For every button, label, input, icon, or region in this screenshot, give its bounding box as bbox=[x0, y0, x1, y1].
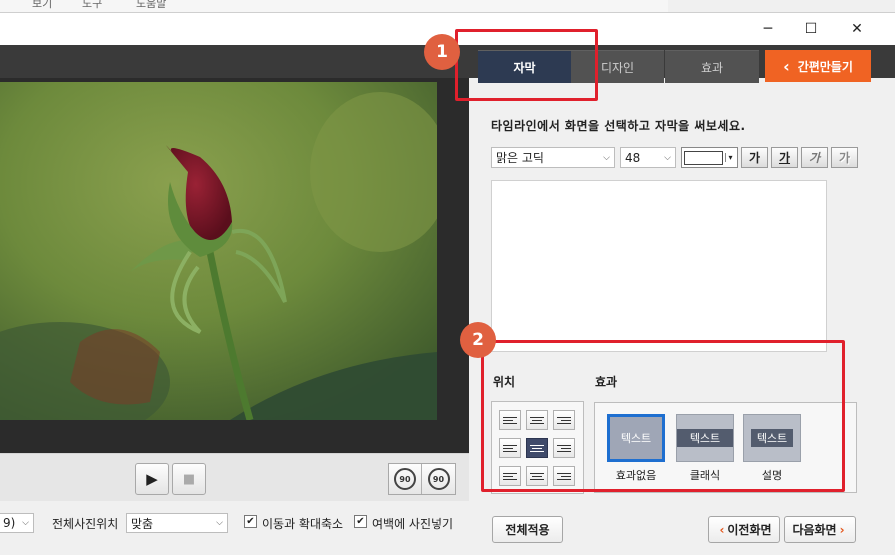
annotation-marker-2: 2 bbox=[460, 322, 496, 358]
play-button[interactable]: ▶ bbox=[135, 463, 169, 495]
previous-screen-button[interactable]: ‹ 이전화면 bbox=[708, 516, 780, 543]
rose-photo bbox=[0, 82, 437, 420]
shadow-button[interactable]: 가 bbox=[831, 147, 858, 168]
player-controls: ▶ ■ 90 90 bbox=[0, 453, 469, 501]
font-size-select[interactable]: 48 ⌵ bbox=[620, 147, 676, 168]
margin-photo-label: 여백에 사진넣기 bbox=[372, 517, 454, 531]
menu-item-tools[interactable]: 도구 bbox=[82, 0, 102, 11]
close-button[interactable]: ✕ bbox=[834, 13, 880, 45]
chevron-down-icon: ⌵ bbox=[603, 152, 610, 163]
chevron-down-icon: ▾ bbox=[725, 153, 735, 162]
rotate-left-button[interactable]: 90 bbox=[389, 464, 423, 494]
annotation-box-1 bbox=[455, 29, 598, 101]
chevron-down-icon: ⌵ bbox=[216, 518, 223, 528]
stop-button[interactable]: ■ bbox=[172, 463, 206, 495]
move-zoom-label: 이동과 확대축소 bbox=[262, 517, 344, 531]
rotate-cw-icon: 90 bbox=[427, 468, 450, 490]
play-icon: ▶ bbox=[146, 470, 158, 488]
move-zoom-checkbox[interactable]: ✔ bbox=[244, 515, 257, 528]
rotate-right-button[interactable]: 90 bbox=[422, 464, 455, 494]
rotate-ccw-icon: 90 bbox=[394, 468, 416, 490]
instruction-text: 타임라인에서 화면을 선택하고 자막을 써보세요. bbox=[491, 119, 746, 133]
italic-button[interactable]: 가 bbox=[801, 147, 828, 168]
annotation-box-2 bbox=[481, 340, 845, 492]
menu-item-view[interactable]: 보기 bbox=[32, 0, 52, 11]
chevron-right-icon: › bbox=[839, 522, 845, 537]
chevron-down-icon: ⌵ bbox=[22, 518, 29, 528]
menu-item-help[interactable]: 도움말 bbox=[136, 0, 166, 11]
chevron-left-icon: ‹ bbox=[719, 522, 725, 537]
chevron-down-icon: ⌵ bbox=[664, 152, 671, 163]
stop-icon: ■ bbox=[182, 471, 196, 487]
margin-photo-checkbox[interactable]: ✔ bbox=[354, 515, 367, 528]
chevron-left-icon: ‹ bbox=[783, 56, 790, 76]
annotation-marker-1: 1 bbox=[424, 34, 460, 70]
subtitle-text-input[interactable] bbox=[491, 180, 827, 352]
font-color-picker[interactable]: ▾ bbox=[681, 147, 738, 168]
photo-options-row: 9) ⌵ 전체사진위치 맞춤 ⌵ ✔ 이동과 확대축소 ✔ 여백에 사진넣기 bbox=[0, 501, 469, 555]
color-swatch bbox=[684, 150, 723, 165]
position-label: 전체사진위치 bbox=[52, 517, 119, 531]
apply-all-button[interactable]: 전체적용 bbox=[492, 516, 563, 543]
underline-button[interactable]: 가 bbox=[771, 147, 798, 168]
duration-select[interactable]: 9) ⌵ bbox=[0, 513, 34, 533]
photo-position-select[interactable]: 맞춤 ⌵ bbox=[126, 513, 228, 533]
next-screen-button[interactable]: 다음화면 › bbox=[784, 516, 856, 543]
tab-effect[interactable]: 효과 bbox=[665, 50, 759, 83]
quick-create-button[interactable]: ‹ 간편만들기 bbox=[765, 50, 871, 82]
preview-header-bar bbox=[0, 45, 469, 78]
minimize-button[interactable]: ─ bbox=[745, 13, 791, 45]
bold-button[interactable]: 가 bbox=[741, 147, 768, 168]
preview-area bbox=[0, 78, 469, 466]
font-family-select[interactable]: 맑은 고딕 ⌵ bbox=[491, 147, 615, 168]
maximize-button[interactable]: ☐ bbox=[788, 13, 834, 45]
background-menubar: 보기 도구 도움말 bbox=[0, 0, 668, 12]
